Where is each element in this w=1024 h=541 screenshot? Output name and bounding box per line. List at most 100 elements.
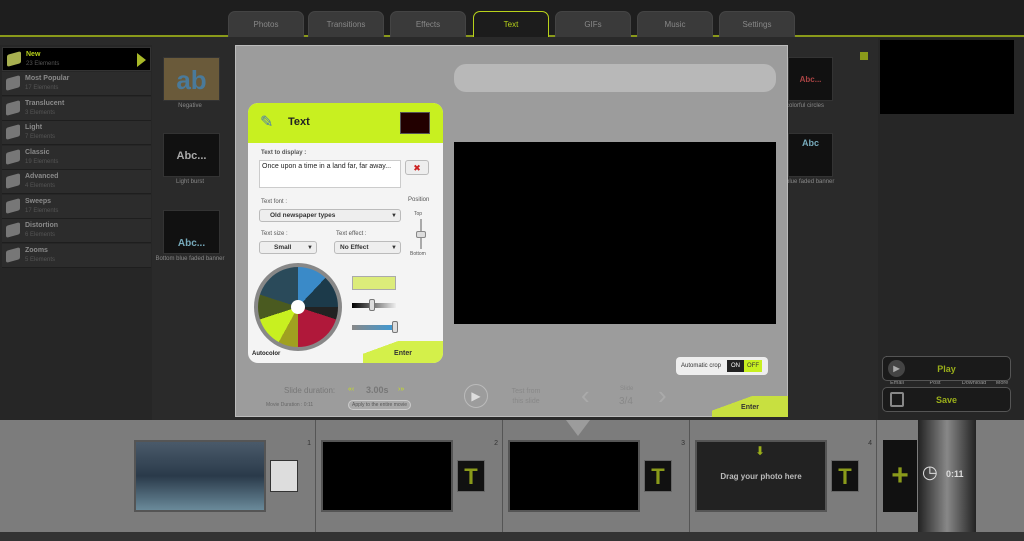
slide-effect-button[interactable]: [270, 460, 298, 492]
tab-effects[interactable]: Effects: [390, 11, 466, 37]
slide-duration-value: 3.00s: [366, 385, 389, 395]
slide-duration-label: Slide duration:: [284, 386, 336, 395]
book-icon: [6, 247, 20, 263]
position-top-label: Top: [414, 211, 423, 217]
item-label: Translucent: [25, 100, 65, 107]
slide-thumbnail[interactable]: [321, 440, 453, 512]
category-sidebar: New 23 Elements Most Popular 17 Elements T…: [0, 45, 152, 420]
text-effect-select[interactable]: No Effect ▼: [334, 241, 401, 254]
save-label: Save: [935, 395, 958, 405]
book-icon: [6, 75, 20, 91]
item-count: 19 Elements: [25, 159, 59, 165]
sidebar-item-most-popular[interactable]: Most Popular 17 Elements: [2, 72, 151, 96]
item-label: Most Popular: [25, 75, 70, 82]
item-count: 3 Elements: [25, 110, 56, 116]
text-size-label: Text size :: [261, 231, 288, 237]
decrease-duration-buttons[interactable]: «‹: [348, 386, 354, 393]
chevron-down-icon: ▼: [307, 245, 313, 251]
film-slot-1: 1: [130, 420, 316, 532]
brightness-slider-handle[interactable]: [369, 299, 375, 311]
item-label: Zooms: [25, 247, 48, 254]
scroll-marker: [860, 52, 868, 60]
text-to-display-input[interactable]: Once upon a time in a land far, far away…: [259, 160, 401, 188]
tab-settings[interactable]: Settings: [719, 11, 795, 37]
sidebar-item-zooms[interactable]: Zooms 5 Elements: [2, 244, 151, 268]
play-icon: ▶: [888, 360, 905, 377]
text-t-icon[interactable]: T: [644, 460, 672, 492]
test-play-button[interactable]: ▶: [464, 384, 488, 408]
sidebar-item-light[interactable]: Light 7 Elements: [2, 121, 151, 145]
item-count: 23 Elements: [26, 61, 60, 67]
play-button[interactable]: ▶ Play: [882, 356, 1011, 381]
arrow-down-icon: ⬇: [755, 444, 766, 458]
title-bar-field: [454, 64, 776, 92]
color-wheel[interactable]: [254, 263, 342, 351]
item-label: Sweeps: [25, 198, 52, 205]
thumb-caption: Bottom blue faded banner: [155, 256, 225, 262]
save-button[interactable]: Save: [882, 387, 1011, 412]
sidebar-item-new[interactable]: New 23 Elements: [2, 47, 151, 71]
text-size-select[interactable]: Small ▼: [259, 241, 317, 254]
text-t-icon[interactable]: T: [831, 460, 859, 492]
sidebar-item-classic[interactable]: Classic 19 Elements: [2, 146, 151, 170]
text-font-select[interactable]: Old newspaper types ▼: [259, 209, 401, 222]
item-label: Distortion: [25, 222, 59, 229]
position-label: Position: [408, 197, 430, 203]
increase-duration-buttons[interactable]: ›»: [398, 386, 404, 393]
color-wheel-center: [291, 300, 305, 314]
panel-enter-button[interactable]: Enter: [363, 341, 443, 363]
sidebar-item-advanced[interactable]: Advanced 4 Elements: [2, 170, 151, 194]
slide-thumbnail[interactable]: [508, 440, 640, 512]
next-slide-icon[interactable]: ›: [658, 380, 667, 411]
automatic-crop-toggle[interactable]: Automatic crop ON OFF: [676, 357, 768, 375]
effect-thumb-colorful-circles[interactable]: Abc...: [788, 57, 833, 101]
tab-photos[interactable]: Photos: [228, 11, 304, 37]
tab-transitions[interactable]: Transitions: [308, 11, 384, 37]
clear-text-button[interactable]: ✖: [405, 160, 429, 175]
auto-crop-label: Automatic crop: [681, 363, 722, 369]
movie-preview: [880, 40, 1014, 114]
item-count: 6 Elements: [25, 232, 56, 238]
text-style-preview: [400, 112, 430, 134]
floppy-disk-icon: [890, 392, 904, 407]
tab-text[interactable]: Text: [473, 11, 549, 37]
film-slot-3: 3 T: [504, 420, 690, 532]
book-icon: [6, 198, 20, 214]
add-slide-button[interactable]: +: [883, 440, 917, 512]
clock-icon: ◷: [922, 462, 938, 482]
thumb-caption: Negative: [178, 103, 202, 109]
effect-thumb-bottom-blue-banner[interactable]: Abc...: [163, 210, 220, 254]
effect-thumb-light-burst[interactable]: Abc...: [163, 133, 220, 177]
slide-thumbnail[interactable]: [134, 440, 266, 512]
sidebar-item-translucent[interactable]: Translucent 3 Elements: [2, 97, 151, 121]
auto-crop-off[interactable]: OFF: [744, 360, 762, 372]
panel-title: Text: [288, 116, 310, 128]
apply-to-entire-movie-button[interactable]: Apply to the entire movie: [348, 400, 412, 410]
auto-crop-on[interactable]: ON: [727, 360, 744, 372]
slide-number: 1: [307, 440, 311, 447]
autocolor-label[interactable]: Autocolor: [252, 351, 280, 357]
thumb-caption: Light burst: [175, 179, 205, 185]
prev-slide-icon[interactable]: ‹: [581, 380, 590, 411]
effect-thumb-negative[interactable]: ab: [163, 57, 220, 101]
opacity-slider-handle[interactable]: [392, 321, 398, 333]
chevron-down-icon: ▼: [391, 213, 397, 219]
horizontal-scrollbar[interactable]: [0, 532, 1024, 541]
tab-gifs[interactable]: GIFs: [555, 11, 631, 37]
sidebar-item-sweeps[interactable]: Sweeps 17 Elements: [2, 195, 151, 219]
total-duration: 0:11: [946, 469, 964, 479]
sidebar-item-distortion[interactable]: Distortion 6 Elements: [2, 219, 151, 243]
effect-thumb-blue-faded-banner[interactable]: Abc: [788, 133, 833, 177]
item-label: Classic: [25, 149, 50, 156]
photo-drop-zone[interactable]: ⬇ Drag your photo here: [695, 440, 827, 512]
item-count: 5 Elements: [25, 257, 56, 263]
opacity-slider[interactable]: [352, 325, 396, 330]
position-slider-handle[interactable]: [416, 231, 426, 238]
play-label: Play: [937, 364, 956, 374]
drag-photo-hint: Drag your photo here: [720, 472, 802, 481]
text-t-icon[interactable]: T: [457, 460, 485, 492]
slide-number: 2: [494, 440, 498, 447]
modal-enter-button[interactable]: Enter: [712, 396, 788, 417]
text-font-label: Text font :: [261, 199, 288, 205]
tab-music[interactable]: Music: [637, 11, 713, 37]
